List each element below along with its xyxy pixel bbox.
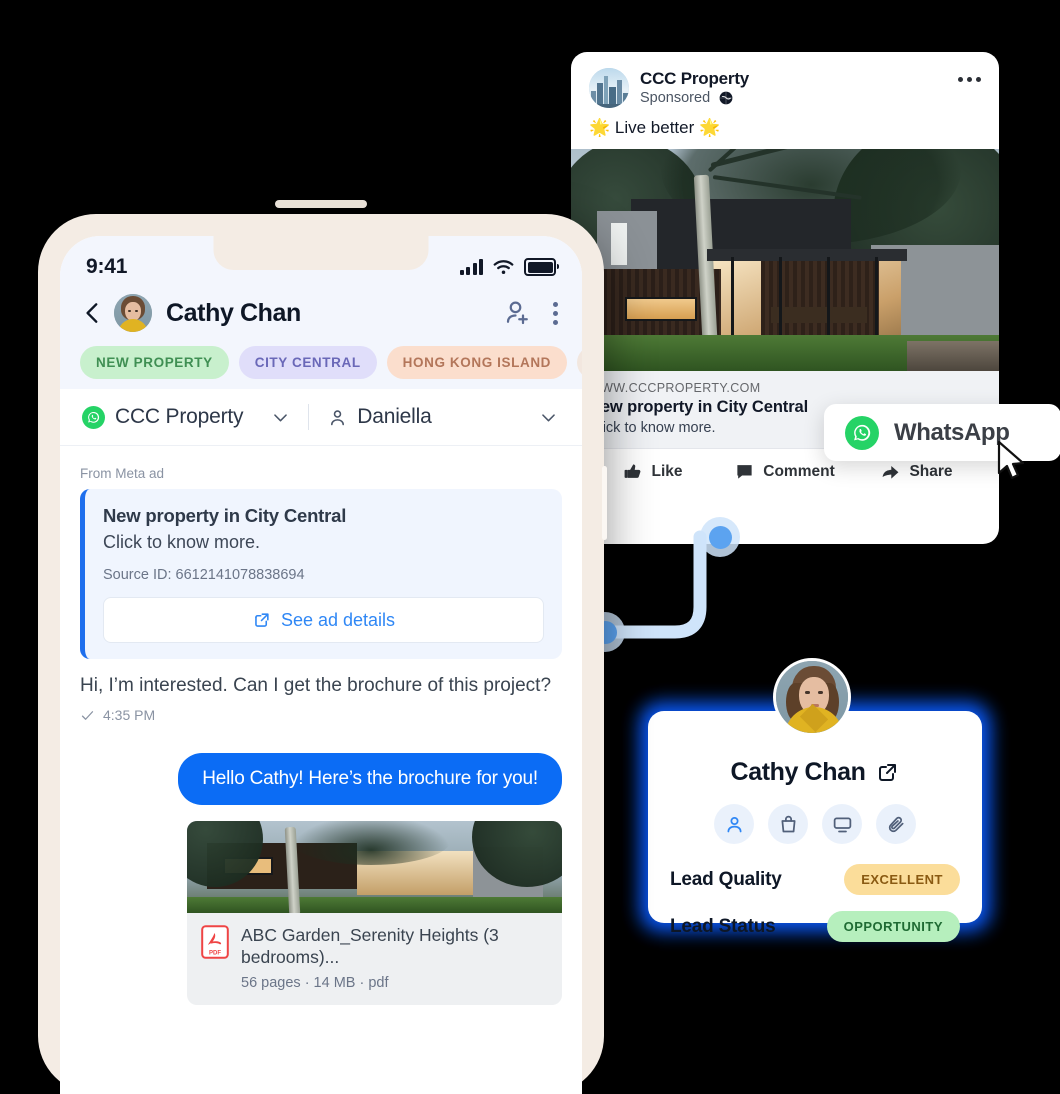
see-ad-details-button[interactable]: See ad details xyxy=(103,597,544,643)
phone-screen: 9:41 Cathy Chan NEW PROPERTY CITY CENTRA… xyxy=(60,236,582,1094)
incoming-message-meta: 4:35 PM xyxy=(80,707,562,723)
share-label: Share xyxy=(909,462,953,480)
channel-selector[interactable]: CCC Property xyxy=(82,405,290,429)
battery-full-icon xyxy=(524,258,559,276)
paperclip-icon[interactable] xyxy=(876,804,916,844)
conversation-thread: From Meta ad New property in City Centra… xyxy=(60,446,582,1006)
ad-card-source-id: Source ID: 6612141078838694 xyxy=(103,567,305,583)
share-button[interactable]: Share xyxy=(851,462,983,481)
add-person-icon[interactable] xyxy=(503,298,533,328)
message-source-label: From Meta ad xyxy=(80,466,165,481)
mouse-pointer-icon xyxy=(997,440,1025,480)
composition-canvas: CCC Property Sponsored 🌟 Live better 🌟 W… xyxy=(0,0,1060,1094)
lead-name: Cathy Chan xyxy=(730,758,866,786)
external-link-icon[interactable] xyxy=(875,761,899,785)
incoming-message: Hi, I’m interested. Can I get the brochu… xyxy=(80,675,552,696)
phone-side-button[interactable] xyxy=(602,466,607,540)
external-link-icon xyxy=(255,612,269,627)
monitor-icon[interactable] xyxy=(822,804,862,844)
channel-name: CCC Property xyxy=(115,405,244,428)
attachment-file-name: ABC Garden_Serenity Heights (3 bedrooms)… xyxy=(241,925,499,968)
avatar[interactable] xyxy=(114,294,152,332)
status-clock: 9:41 xyxy=(86,255,128,278)
phone-mockup: 9:41 Cathy Chan NEW PROPERTY CITY CENTRA… xyxy=(38,200,607,1094)
ad-card-title: New property in City Central xyxy=(103,505,347,526)
tag-hong-kong-island[interactable]: HONG KONG ISLAND xyxy=(386,346,568,379)
globe-icon xyxy=(719,91,733,105)
fb-page-avatar[interactable] xyxy=(589,68,629,108)
ad-card-subtitle: Click to know more. xyxy=(103,532,261,552)
chevron-down-icon[interactable] xyxy=(539,408,558,427)
lead-summary-card: Cathy Chan Lead Quality EXCELLENT Lead S… xyxy=(648,711,982,942)
connector-dot-top xyxy=(700,517,740,557)
lead-status-badge: OPPORTUNITY xyxy=(826,911,960,942)
shopping-bag-icon[interactable] xyxy=(768,804,808,844)
outgoing-message-bubble: Hello Cathy! Here’s the brochure for you… xyxy=(178,753,562,806)
pdf-file-icon: PDF xyxy=(201,925,229,960)
cellular-signal-icon xyxy=(459,259,483,275)
wifi-icon xyxy=(493,260,514,274)
chevron-down-icon[interactable] xyxy=(271,408,290,427)
chat-header: Cathy Chan xyxy=(60,280,582,332)
lead-status-row: Lead Status OPPORTUNITY xyxy=(670,911,960,942)
ad-context-card: New property in City Central Click to kn… xyxy=(80,489,562,659)
lead-quality-row: Lead Quality EXCELLENT xyxy=(670,864,960,895)
agent-name: Daniella xyxy=(357,405,432,428)
attachment-file-meta: 56 pages · 14 MB · pdf xyxy=(241,975,389,992)
attachment-card[interactable]: PDF ABC Garden_Serenity Heights (3 bedro… xyxy=(187,821,562,1006)
svg-text:PDF: PDF xyxy=(209,951,221,957)
fb-ad-hero-image[interactable] xyxy=(571,149,999,372)
person-icon xyxy=(331,409,345,425)
like-label: Like xyxy=(651,462,683,480)
share-arrow-icon xyxy=(883,466,899,479)
incoming-message-time: 4:35 PM xyxy=(103,707,156,724)
page-title: Cathy Chan xyxy=(166,298,301,327)
back-chevron-icon[interactable] xyxy=(80,300,106,326)
channel-agent-selector: CCC Property Daniella xyxy=(60,389,582,446)
whatsapp-icon xyxy=(82,405,105,429)
lead-quality-label: Lead Quality xyxy=(670,868,782,890)
fb-sponsored-label: Sponsored xyxy=(640,90,711,107)
tag-vacation[interactable]: VACATION xyxy=(577,346,582,379)
see-ad-details-label: See ad details xyxy=(280,609,396,630)
fb-ad-header: CCC Property Sponsored xyxy=(571,52,999,108)
phone-notch xyxy=(213,236,429,270)
comment-label: Comment xyxy=(763,462,835,480)
lead-quick-actions xyxy=(670,804,960,844)
whatsapp-icon xyxy=(845,415,879,450)
tag-new-property[interactable]: NEW PROPERTY xyxy=(80,346,229,379)
whatsapp-pill-label: WhatsApp xyxy=(894,418,1010,446)
comment-icon xyxy=(737,465,752,479)
fb-ad-url: WWW.CCCPROPERTY.COM xyxy=(589,381,761,396)
fb-ad-caption: 🌟 Live better 🌟 xyxy=(589,118,721,137)
kebab-menu-icon[interactable] xyxy=(553,301,558,325)
tag-city-central[interactable]: CITY CENTRAL xyxy=(238,346,377,379)
lead-avatar xyxy=(773,658,851,736)
single-check-icon xyxy=(81,710,94,720)
facebook-ad-card: CCC Property Sponsored 🌟 Live better 🌟 W… xyxy=(571,52,999,544)
person-icon[interactable] xyxy=(714,804,754,844)
phone-speaker xyxy=(275,200,367,208)
lead-status-label: Lead Status xyxy=(670,915,776,937)
selector-divider xyxy=(308,404,310,430)
more-options-icon[interactable] xyxy=(950,77,981,82)
fb-page-name[interactable]: CCC Property xyxy=(640,68,950,89)
comment-button[interactable]: Comment xyxy=(719,462,851,481)
agent-selector[interactable]: Daniella xyxy=(327,405,560,429)
lead-quality-badge: EXCELLENT xyxy=(844,864,960,895)
attachment-preview-image xyxy=(187,821,562,914)
thumbs-up-icon xyxy=(625,464,641,478)
contact-tag-list: NEW PROPERTY CITY CENTRAL HONG KONG ISLA… xyxy=(60,332,582,379)
